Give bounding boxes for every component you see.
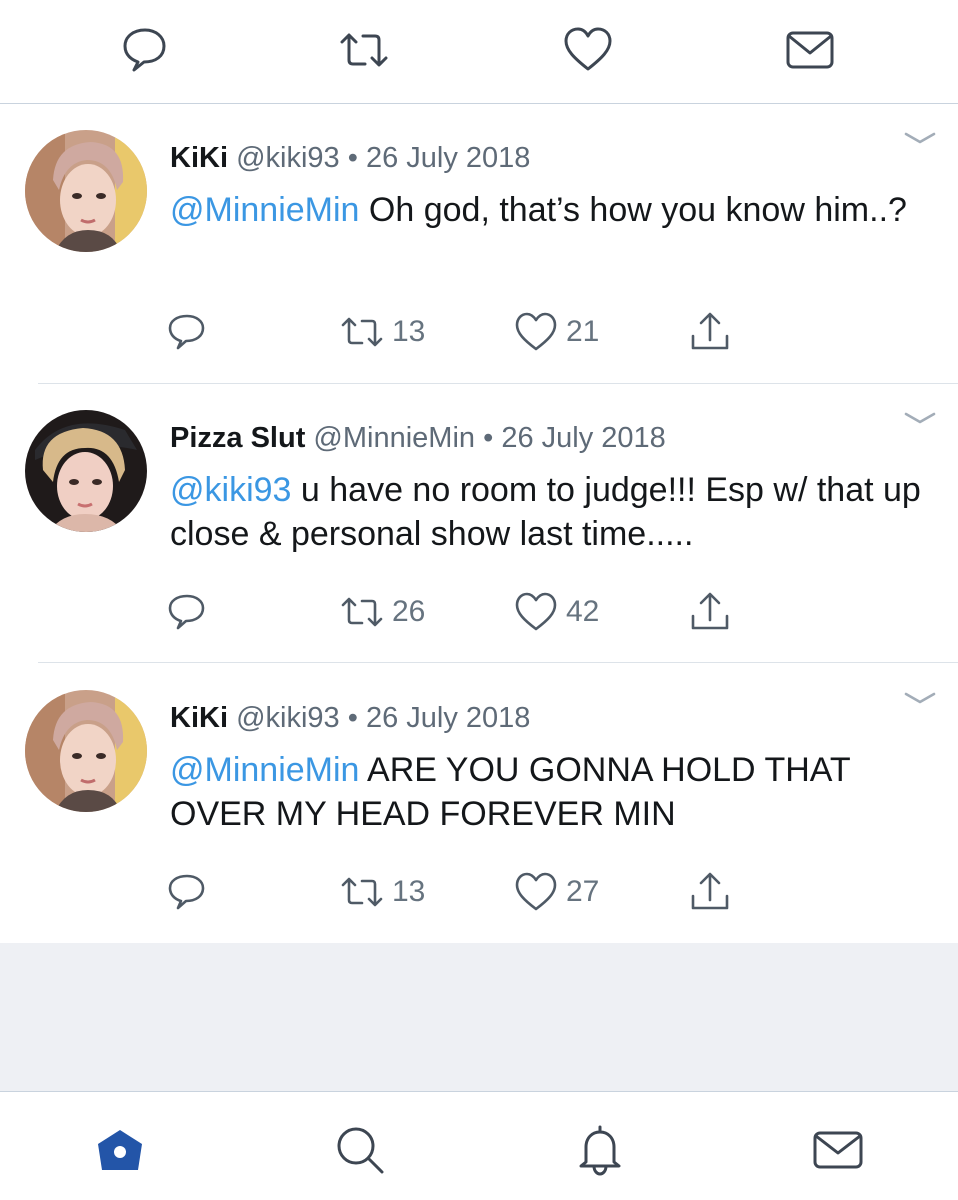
like-count: 21 xyxy=(566,315,600,348)
tweet-actions: 13 21 xyxy=(0,310,958,360)
timeline-end-area xyxy=(0,943,958,1091)
retweet-button[interactable]: 26 xyxy=(340,590,425,634)
share-button[interactable] xyxy=(688,310,732,354)
tweet-date[interactable]: 26 July 2018 xyxy=(366,702,530,734)
retweet-count: 13 xyxy=(392,875,426,908)
tweet-text: @MinnieMin Oh god, that’s how you know h… xyxy=(170,188,930,232)
share-icon xyxy=(688,310,732,354)
notifications-icon[interactable] xyxy=(572,1122,628,1178)
user-handle[interactable]: @kiki93 xyxy=(236,142,340,174)
display-name[interactable]: KiKi xyxy=(170,142,228,174)
mention-link[interactable]: @MinnieMin xyxy=(170,751,359,789)
like-icon xyxy=(514,310,558,354)
retweet-icon xyxy=(340,590,384,634)
avatar[interactable] xyxy=(25,130,147,252)
retweet-button[interactable]: 13 xyxy=(340,870,425,914)
chevron-down-icon[interactable] xyxy=(902,128,938,148)
tweet-body: Oh god, that’s how you know him..? xyxy=(359,191,907,229)
like-icon[interactable] xyxy=(562,24,614,76)
home-icon[interactable] xyxy=(92,1122,148,1178)
tweet-date[interactable]: 26 July 2018 xyxy=(501,422,665,454)
tweet[interactable]: Pizza Slut @MinnieMin • 26 July 2018 @ki… xyxy=(0,384,958,664)
tweet-header: KiKi @kiki93 • 26 July 2018 xyxy=(170,700,530,736)
retweet-icon xyxy=(340,310,384,354)
bottom-tab-bar xyxy=(0,1091,958,1200)
tweet-actions: 26 42 xyxy=(0,590,958,640)
chevron-down-icon[interactable] xyxy=(902,688,938,708)
share-button[interactable] xyxy=(688,590,732,634)
retweet-icon xyxy=(340,870,384,914)
tweet-actions: 13 27 xyxy=(0,870,958,920)
retweet-count: 26 xyxy=(392,595,426,628)
like-button[interactable]: 27 xyxy=(514,870,599,914)
tweet-text: @MinnieMin ARE YOU GONNA HOLD THAT OVER … xyxy=(170,748,930,836)
share-icon xyxy=(688,590,732,634)
display-name[interactable]: KiKi xyxy=(170,702,228,734)
avatar[interactable] xyxy=(25,690,147,812)
separator-dot: • xyxy=(347,142,358,174)
like-count: 27 xyxy=(566,875,600,908)
retweet-count: 13 xyxy=(392,315,426,348)
parent-tweet-action-bar xyxy=(0,0,958,104)
user-handle[interactable]: @MinnieMin xyxy=(313,422,475,454)
tweet-header: Pizza Slut @MinnieMin • 26 July 2018 xyxy=(170,420,666,456)
user-handle[interactable]: @kiki93 xyxy=(236,702,340,734)
mention-link[interactable]: @MinnieMin xyxy=(170,191,359,229)
tweet[interactable]: KiKi @kiki93 • 26 July 2018 @MinnieMin O… xyxy=(0,104,958,384)
reply-icon[interactable] xyxy=(118,24,170,76)
like-button[interactable]: 21 xyxy=(514,310,599,354)
like-button[interactable]: 42 xyxy=(514,590,599,634)
tweet-divider xyxy=(38,662,958,663)
chevron-down-icon[interactable] xyxy=(902,408,938,428)
reply-icon xyxy=(164,590,208,634)
search-icon[interactable] xyxy=(332,1122,388,1178)
mention-link[interactable]: @kiki93 xyxy=(170,471,291,509)
like-count: 42 xyxy=(566,595,600,628)
reply-icon xyxy=(164,870,208,914)
reply-button[interactable] xyxy=(164,870,208,914)
reply-button[interactable] xyxy=(164,310,208,354)
separator-dot: • xyxy=(483,422,494,454)
display-name[interactable]: Pizza Slut xyxy=(170,422,305,454)
share-button[interactable] xyxy=(688,870,732,914)
tweet-date[interactable]: 26 July 2018 xyxy=(366,142,530,174)
separator-dot: • xyxy=(347,702,358,734)
tweet[interactable]: KiKi @kiki93 • 26 July 2018 @MinnieMin A… xyxy=(0,664,958,943)
message-icon[interactable] xyxy=(784,24,836,76)
like-icon xyxy=(514,870,558,914)
tweet-text: @kiki93 u have no room to judge!!! Esp w… xyxy=(170,468,930,556)
retweet-icon[interactable] xyxy=(338,24,390,76)
retweet-button[interactable]: 13 xyxy=(340,310,425,354)
reply-icon xyxy=(164,310,208,354)
messages-icon[interactable] xyxy=(810,1122,866,1178)
tweet-header: KiKi @kiki93 • 26 July 2018 xyxy=(170,140,530,176)
share-icon xyxy=(688,870,732,914)
avatar[interactable] xyxy=(25,410,147,532)
like-icon xyxy=(514,590,558,634)
reply-button[interactable] xyxy=(164,590,208,634)
